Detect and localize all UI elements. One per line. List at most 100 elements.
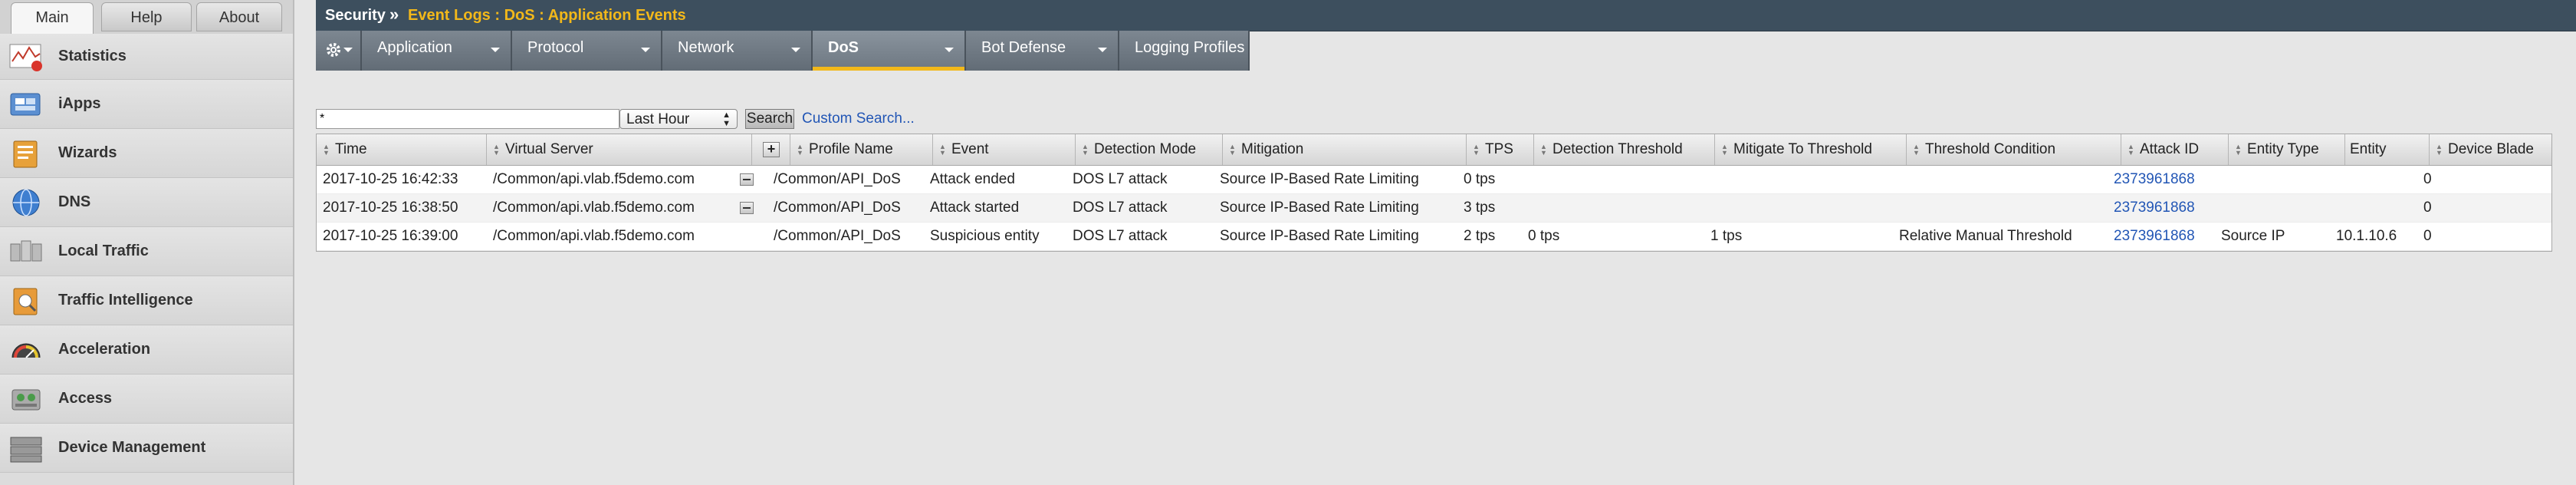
col-header-label: Detection Threshold <box>1552 141 1683 157</box>
col-header-profile-name[interactable]: ▲ ▼ Profile Name <box>790 134 933 165</box>
collapse-row-icon[interactable] <box>740 173 754 186</box>
menu-label: Logging Profiles <box>1135 39 1245 56</box>
menu-label: Application <box>377 39 452 56</box>
events-table: ▲ ▼ Time ▲ ▼ Virtual Server + ▲ ▼ Profile Name… <box>316 134 2552 252</box>
table-row[interactable]: 2017-10-25 16:39:00 /Common/api.vlab.f5d… <box>317 223 2551 251</box>
col-header-label: Detection Mode <box>1094 141 1197 157</box>
nav-item-device-management[interactable]: Device Management <box>0 424 293 473</box>
cell-entity-type: Source IP <box>2221 228 2285 244</box>
cell-virtual-server: /Common/api.vlab.f5demo.com <box>493 228 695 244</box>
cell-detection-threshold: 0 tps <box>1528 228 1560 244</box>
menu-label: DoS <box>828 39 859 56</box>
col-header-time[interactable]: ▲ ▼ Time <box>317 134 487 165</box>
expand-all-icon[interactable]: + <box>763 142 780 157</box>
col-header-detection-mode[interactable]: ▲ ▼ Detection Mode <box>1076 134 1223 165</box>
page-title: Event Logs : DoS : Application Events <box>408 7 686 24</box>
nav-item-label: Access <box>58 390 113 407</box>
search-button[interactable]: Search <box>745 109 794 129</box>
col-header-mitigate-to-threshold[interactable]: ▲ ▼ Mitigate To Threshold <box>1715 134 1907 165</box>
nav-item-label: Acceleration <box>58 341 151 358</box>
menu-application[interactable]: Application <box>362 31 512 71</box>
cell-event: Suspicious entity <box>930 228 1040 244</box>
cell-threshold-condition: Relative Manual Threshold <box>1899 228 2072 244</box>
active-tab-indicator <box>813 67 964 71</box>
sort-icon: ▲ ▼ <box>797 142 803 157</box>
cell-attack-id-link[interactable]: 2373961868 <box>2114 194 2195 222</box>
col-header-virtual-server[interactable]: ▲ ▼ Virtual Server <box>487 134 752 165</box>
col-header-entity[interactable]: Entity <box>2345 134 2430 165</box>
cell-detection-mode: DOS L7 attack <box>1073 228 1168 244</box>
custom-search-link[interactable]: Custom Search... <box>802 111 915 127</box>
dns-globe-icon <box>12 188 40 216</box>
cell-device-blade: 0 <box>2423 228 2432 244</box>
tab-about[interactable]: About <box>196 2 282 31</box>
nav-item-iapps[interactable]: iApps <box>0 80 293 129</box>
nav-item-traffic-intelligence[interactable]: Traffic Intelligence <box>0 276 293 325</box>
collapse-row-icon[interactable] <box>740 202 754 214</box>
sort-icon: ▲ ▼ <box>1229 142 1236 157</box>
nav-item-label: Statistics <box>58 48 127 64</box>
col-header-threshold-condition[interactable]: ▲ ▼ Threshold Condition <box>1907 134 2121 165</box>
col-header-attack-id[interactable]: ▲ ▼ Attack ID <box>2121 134 2229 165</box>
nav-item-label: Local Traffic <box>58 242 149 259</box>
chevron-down-icon <box>945 48 954 52</box>
menu-dos[interactable]: DoS <box>813 31 966 71</box>
col-header-event[interactable]: ▲ ▼ Event <box>933 134 1076 165</box>
nav-item-label: Device Management <box>58 439 206 456</box>
sort-icon: ▲ ▼ <box>2128 142 2134 157</box>
cell-profile-name: /Common/API_DoS <box>774 171 901 187</box>
nav-item-access[interactable]: Access <box>0 374 293 424</box>
col-header-label: Profile Name <box>809 141 893 157</box>
menu-bot-defense[interactable]: Bot Defense <box>966 31 1119 71</box>
menu-logging-profiles[interactable]: Logging Profiles <box>1119 31 1250 71</box>
cell-mitigation: Source IP-Based Rate Limiting <box>1220 228 1419 244</box>
nav-item-label: iApps <box>58 95 101 112</box>
cell-tps: 3 tps <box>1464 200 1496 216</box>
sort-icon: ▲ ▼ <box>323 142 330 157</box>
cell-mitigation: Source IP-Based Rate Limiting <box>1220 200 1419 216</box>
col-header-device-blade[interactable]: ▲ ▼ Device Blade <box>2430 134 2551 165</box>
cell-tps: 0 tps <box>1464 171 1496 187</box>
nav-item-dns[interactable]: DNS <box>0 178 293 227</box>
col-header-mitigation[interactable]: ▲ ▼ Mitigation <box>1223 134 1467 165</box>
period-select-value: Last Hour <box>626 111 690 127</box>
nav-item-local-traffic[interactable]: Local Traffic <box>0 227 293 276</box>
tab-main[interactable]: Main <box>11 2 94 34</box>
nav-item-acceleration[interactable]: Acceleration <box>0 325 293 374</box>
col-header-label: Time <box>335 141 367 157</box>
col-header-label: Mitigation <box>1241 141 1304 157</box>
table-row[interactable]: 2017-10-25 16:38:50 /Common/api.vlab.f5d… <box>317 194 2551 223</box>
table-row[interactable]: 2017-10-25 16:42:33 /Common/api.vlab.f5d… <box>317 166 2551 194</box>
left-navigation: Main Help About Statistics iApps Wizards <box>0 0 294 485</box>
sort-icon: ▲ ▼ <box>2235 142 2242 157</box>
col-header-tps[interactable]: ▲ ▼ TPS <box>1467 134 1534 165</box>
sort-icon: ▲ ▼ <box>1721 142 1728 157</box>
cell-device-blade: 0 <box>2423 171 2432 187</box>
menu-label: Bot Defense <box>981 39 1066 56</box>
nav-item-statistics[interactable]: Statistics <box>0 34 293 80</box>
menu-network[interactable]: Network <box>662 31 813 71</box>
breadcrumb-separator: » <box>389 5 399 24</box>
col-header-label: Event <box>951 141 989 157</box>
col-header-expand[interactable]: + <box>752 134 790 165</box>
col-header-entity-type[interactable]: ▲ ▼ Entity Type <box>2229 134 2345 165</box>
tab-help[interactable]: Help <box>101 2 192 31</box>
cell-mitigate-to-threshold: 1 tps <box>1710 228 1743 244</box>
menu-protocol[interactable]: Protocol <box>512 31 662 71</box>
breadcrumb-root[interactable]: Security <box>325 7 386 25</box>
period-select[interactable]: Last Hour ▲ ▼ <box>619 109 738 129</box>
statistics-icon <box>9 44 42 71</box>
search-input[interactable] <box>316 109 619 129</box>
nav-item-label: Wizards <box>58 144 117 161</box>
device-management-icon <box>10 437 42 462</box>
cell-time: 2017-10-25 16:42:33 <box>323 171 458 187</box>
col-header-label: TPS <box>1485 141 1513 157</box>
chevron-down-icon <box>1098 48 1107 52</box>
col-header-label: Entity Type <box>2247 141 2319 157</box>
cell-attack-id-link[interactable]: 2373961868 <box>2114 223 2195 250</box>
gear-menu[interactable] <box>316 31 362 71</box>
cell-attack-id-link[interactable]: 2373961868 <box>2114 166 2195 193</box>
nav-item-wizards[interactable]: Wizards <box>0 129 293 178</box>
chevron-down-icon <box>641 48 650 52</box>
col-header-detection-threshold[interactable]: ▲ ▼ Detection Threshold <box>1534 134 1715 165</box>
